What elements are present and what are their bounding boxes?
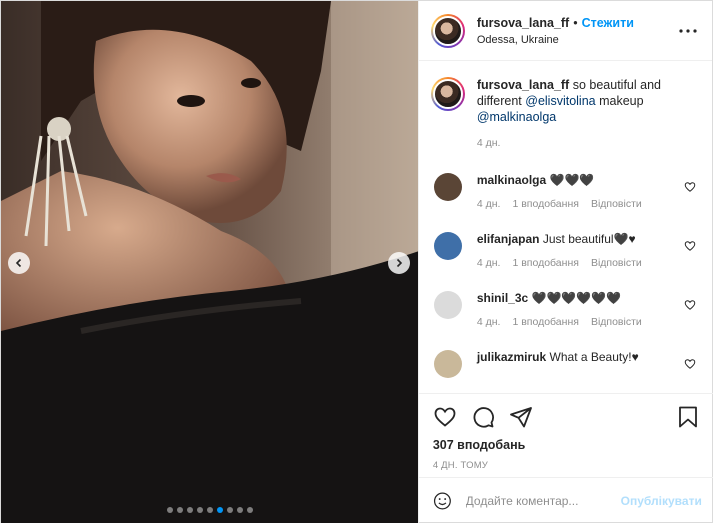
caption-mention-2[interactable]: @malkinaolga (477, 110, 556, 124)
publish-button[interactable]: Опублікувати (621, 494, 702, 508)
heart-icon[interactable] (433, 405, 457, 429)
comment-likes[interactable]: 1 вподобання (512, 316, 579, 328)
commenter-avatar[interactable] (433, 350, 462, 378)
bookmark-icon[interactable] (676, 405, 700, 429)
carousel-dot (247, 507, 253, 513)
separator-dot: • (573, 15, 578, 30)
post-caption: fursova_lana_ff so beautiful and differe… (430, 77, 696, 151)
post-location[interactable]: Odessa, Ukraine (477, 34, 676, 46)
carousel-dot (197, 507, 203, 513)
comment-container: malkinaolga 🖤🖤🖤 4 дн. 1 вподобання Відпо… (431, 173, 696, 378)
comment-username[interactable]: malkinaolga (477, 173, 546, 187)
post-side-panel: fursova_lana_ff • Стежити Odessa, Ukrain… (417, 1, 713, 523)
comment-username[interactable]: julikazmiruk (477, 350, 546, 364)
comment-time[interactable]: 4 дн. (477, 198, 501, 210)
caption-mention-1[interactable]: @elisvitolina (525, 94, 595, 108)
comment-text: 🖤🖤🖤🖤🖤🖤 (531, 291, 622, 305)
carousel-dot (187, 507, 193, 513)
caption-time[interactable]: 4 дн. (477, 135, 696, 151)
comment-time[interactable]: 4 дн. (477, 257, 501, 269)
caption-avatar[interactable] (430, 77, 465, 111)
comment-text: Just beautiful🖤♥ (542, 232, 636, 246)
author-avatar[interactable] (430, 13, 465, 48)
emoji-icon[interactable] (433, 490, 452, 512)
carousel-dot (177, 507, 183, 513)
comment-item: julikazmiruk What a Beauty!♥ (431, 350, 696, 378)
add-comment-bar: Опублікувати (418, 477, 713, 523)
comment-like-heart-icon[interactable] (684, 299, 696, 311)
commenter-avatar[interactable] (433, 291, 462, 319)
carousel-dot (167, 507, 173, 513)
comment-input[interactable] (465, 494, 621, 508)
caption-username[interactable]: fursova_lana_ff (477, 78, 569, 92)
comment-like-heart-icon[interactable] (684, 358, 696, 370)
carousel-dot (227, 507, 233, 513)
comment-time[interactable]: 4 дн. (477, 316, 501, 328)
carousel-dots (1, 507, 418, 513)
reply-button[interactable]: Відповісти (591, 316, 642, 328)
commenter-avatar[interactable] (433, 232, 462, 260)
chevron-right-icon (396, 258, 403, 268)
carousel-dot (237, 507, 243, 513)
carousel-dot (217, 507, 223, 513)
comment-text: 🖤🖤🖤 (549, 173, 595, 187)
comments-list[interactable]: fursova_lana_ff so beautiful and differe… (419, 61, 712, 391)
author-username[interactable]: fursova_lana_ff (477, 16, 569, 30)
post-header: fursova_lana_ff • Стежити Odessa, Ukrain… (418, 1, 712, 61)
reply-button[interactable]: Відповісти (591, 198, 642, 210)
carousel-dot (207, 507, 213, 513)
commenter-avatar[interactable] (433, 173, 462, 201)
comment-icon[interactable] (471, 405, 495, 429)
comment-username[interactable]: shinil_3c (477, 291, 528, 305)
caption-text-2: makeup (595, 94, 644, 108)
post-image (1, 1, 418, 523)
likes-count[interactable]: 307 вподобань (433, 438, 700, 452)
post-timestamp[interactable]: 4 ДН. ТОМУ (433, 460, 700, 471)
chevron-left-icon (15, 258, 22, 268)
comment-item: malkinaolga 🖤🖤🖤 4 дн. 1 вподобання Відпо… (431, 173, 696, 210)
instagram-post: fursova_lana_ff • Стежити Odessa, Ukrain… (0, 0, 713, 523)
comment-text: What a Beauty!♥ (549, 350, 639, 364)
comment-likes[interactable]: 1 вподобання (512, 257, 579, 269)
reply-button[interactable]: Відповісти (591, 257, 642, 269)
comment-like-heart-icon[interactable] (684, 181, 696, 193)
comment-username[interactable]: elifanjapan (477, 232, 540, 246)
post-photo[interactable] (1, 1, 418, 523)
comment-item: elifanjapan Just beautiful🖤♥ 4 дн. 1 впо… (431, 232, 696, 269)
comment-item: shinil_3c 🖤🖤🖤🖤🖤🖤 4 дн. 1 вподобання Відп… (431, 291, 696, 328)
share-icon[interactable] (509, 405, 533, 429)
more-icon (679, 28, 697, 33)
more-options-button[interactable] (676, 19, 700, 43)
follow-button[interactable]: Стежити (582, 16, 634, 30)
post-actions: 307 вподобань 4 ДН. ТОМУ (418, 393, 713, 471)
carousel-prev-button[interactable] (8, 252, 30, 274)
carousel-next-button[interactable] (388, 252, 410, 274)
comment-like-heart-icon[interactable] (684, 240, 696, 252)
comment-likes[interactable]: 1 вподобання (512, 198, 579, 210)
